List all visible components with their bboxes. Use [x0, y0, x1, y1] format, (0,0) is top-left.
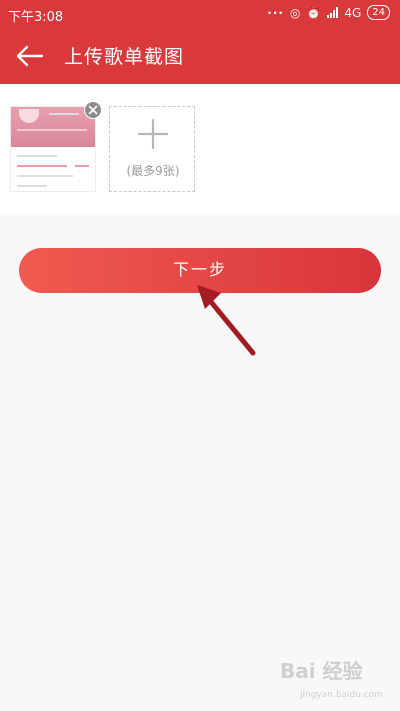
alarm-icon: ⏰	[306, 5, 322, 20]
screenshot-thumbnail[interactable]	[10, 106, 96, 192]
thumbnail-line	[17, 185, 47, 187]
max-images-hint: (最多9张)	[126, 164, 180, 178]
network-type: 4G	[344, 5, 362, 20]
status-bar: 下午3:08 ··· ◎ ⏰ 4G 24	[0, 0, 400, 28]
status-time: 下午3:08	[8, 10, 64, 25]
signal-icon	[327, 7, 339, 18]
back-button[interactable]	[12, 40, 46, 72]
close-icon	[88, 105, 98, 115]
upload-area: (最多9张)	[0, 84, 400, 214]
thumbnail-line	[17, 175, 73, 177]
thumbnail-line	[17, 129, 87, 131]
location-icon: ◎	[289, 5, 301, 20]
arrow-left-icon	[16, 45, 44, 67]
annotation-arrow-icon	[197, 285, 256, 356]
thumbnail-line	[17, 165, 67, 167]
watermark-url: jingyan.baidu.com	[300, 690, 384, 700]
plus-icon	[138, 119, 168, 149]
watermark-logo: Bai 经验	[280, 659, 363, 683]
thumbnail-line	[49, 113, 79, 115]
page-title: 上传歌单截图	[64, 46, 185, 68]
status-icons: ··· ◎ ⏰ 4G 24	[267, 5, 390, 20]
remove-image-button[interactable]	[84, 101, 102, 119]
add-image-button[interactable]: (最多9张)	[109, 106, 195, 192]
thumbnail-line	[17, 155, 57, 157]
app-header: 上传歌单截图	[0, 28, 400, 84]
battery-indicator: 24	[367, 5, 390, 20]
more-dots-icon: ···	[267, 5, 284, 20]
thumbnail-line	[75, 165, 89, 167]
